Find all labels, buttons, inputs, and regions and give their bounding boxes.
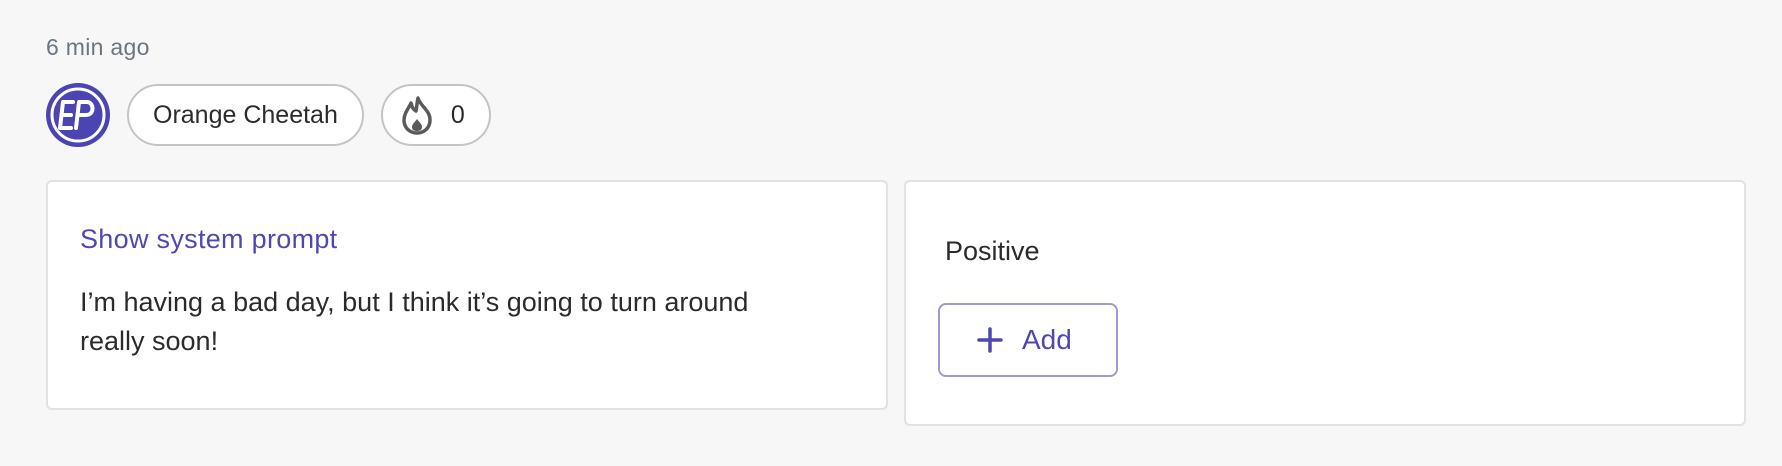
plus-icon: [976, 326, 1004, 354]
timestamp: 6 min ago: [46, 34, 150, 60]
author-name: Orange Cheetah: [153, 100, 338, 129]
add-button[interactable]: Add: [938, 303, 1118, 377]
add-button-label: Add: [1022, 324, 1072, 355]
flame-icon: [402, 96, 432, 135]
label-positive: Positive: [945, 236, 1040, 266]
avatar-logo-icon: [50, 87, 106, 143]
author-chip[interactable]: Orange Cheetah: [127, 84, 364, 146]
show-system-prompt-link[interactable]: Show system prompt: [80, 224, 337, 255]
score-value: 0: [450, 100, 465, 129]
prompt-message: I’m having a bad day, but I think it’s g…: [80, 287, 749, 356]
prompt-card: Show system prompt I’m having a bad day,…: [46, 180, 888, 410]
avatar[interactable]: [46, 83, 110, 147]
label-card: Positive Add: [904, 180, 1746, 426]
score-chip[interactable]: 0: [380, 84, 491, 146]
post-meta-row: Orange Cheetah 0: [46, 83, 491, 147]
